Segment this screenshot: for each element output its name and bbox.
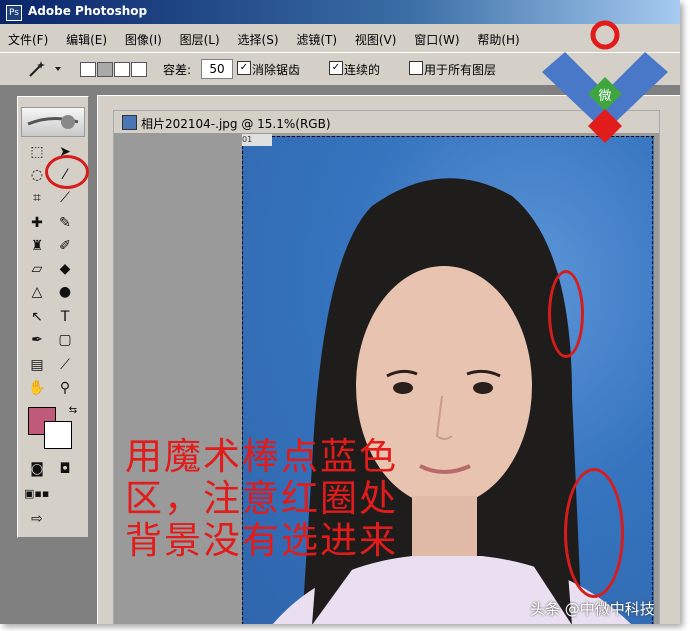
dodge-tool-icon[interactable]: ●: [54, 282, 76, 302]
jump-to-imageready-icon[interactable]: ⇨: [26, 509, 48, 529]
all-layers-label: 用于所有图层: [424, 63, 497, 77]
new-selection-mode[interactable]: [80, 62, 96, 77]
type-tool-icon[interactable]: T: [54, 307, 76, 327]
healing-brush-icon[interactable]: ✚: [26, 213, 48, 233]
zoom-tool-icon[interactable]: ⚲: [54, 378, 76, 398]
contiguous-checkbox[interactable]: ✓: [329, 61, 343, 75]
red-circle-magic-wand: [45, 155, 89, 189]
feather-logo-icon: [21, 107, 85, 137]
annotation-text: 用魔术棒点蓝色 区，注意红圈处 背景没有选进来: [125, 436, 455, 562]
menu-edit[interactable]: 编辑(E): [58, 28, 113, 48]
menu-file[interactable]: 文件(F): [0, 28, 54, 48]
background-color-swatch[interactable]: [44, 421, 72, 449]
menu-view[interactable]: 视图(V): [347, 28, 403, 48]
eraser-tool-icon[interactable]: ▱: [26, 259, 48, 279]
blur-tool-icon[interactable]: △: [26, 282, 48, 302]
tool-preset-picker[interactable]: [22, 58, 66, 80]
annotation-line-3: 背景没有选进来: [125, 519, 398, 562]
paint-bucket-icon[interactable]: ◆: [54, 259, 76, 279]
ruler-marker: 01: [242, 134, 272, 146]
stamp-tool-icon[interactable]: ♜: [26, 236, 48, 256]
document-title: 相片202104-.jpg @ 15.1%(RGB): [141, 117, 331, 131]
pen-tool-icon[interactable]: ✒: [26, 330, 48, 350]
hand-tool-icon[interactable]: ✋: [26, 378, 48, 398]
red-circle-hair-region: [564, 468, 624, 598]
path-select-icon[interactable]: ↖: [26, 307, 48, 327]
magic-wand-icon: [29, 61, 61, 77]
window-title: Adobe Photoshop: [28, 4, 148, 18]
standard-mode-icon[interactable]: ◙: [26, 459, 48, 479]
selection-edge-right: [652, 136, 653, 624]
intersect-selection-mode[interactable]: [131, 62, 147, 77]
menu-image[interactable]: 图像(I): [117, 28, 168, 48]
screen-mode-icon[interactable]: ▣▪▪: [24, 484, 49, 504]
contiguous-label: 连续的: [344, 63, 381, 77]
eyedropper-tool-icon[interactable]: ⟋: [54, 355, 76, 375]
watermark-logo-char: 微: [598, 89, 611, 104]
watermark-logo: 微: [540, 20, 670, 145]
image-file-icon: [122, 115, 137, 130]
watermark-credit: 头条 @中微中科技: [530, 600, 655, 618]
swap-colors-icon[interactable]: ⇆: [62, 401, 84, 421]
menu-help[interactable]: 帮助(H): [469, 28, 525, 48]
quick-mask-icon[interactable]: ◘: [54, 459, 76, 479]
photoshop-icon: Ps: [6, 5, 22, 21]
notes-tool-icon[interactable]: ▤: [26, 355, 48, 375]
marquee-tool-icon[interactable]: ⬚: [26, 142, 48, 162]
red-circle-ear-region: [548, 270, 584, 358]
menu-select[interactable]: 选择(S): [230, 28, 285, 48]
slice-tool-icon[interactable]: ⟋: [54, 188, 76, 208]
antialias-checkbox[interactable]: ✓: [237, 61, 251, 75]
antialias-label: 消除锯齿: [252, 63, 301, 77]
shape-tool-icon[interactable]: ▢: [54, 330, 76, 350]
menu-window[interactable]: 窗口(W): [406, 28, 465, 48]
tolerance-input[interactable]: 50: [201, 59, 233, 79]
menu-layer[interactable]: 图层(L): [172, 28, 226, 48]
tolerance-label: 容差:: [163, 63, 192, 77]
all-layers-checkbox[interactable]: [409, 61, 423, 75]
crop-tool-icon[interactable]: ⌗: [26, 188, 48, 208]
subtract-selection-mode[interactable]: [114, 62, 130, 77]
annotation-line-2: 区，注意红圈处: [125, 477, 398, 520]
annotation-line-1: 用魔术棒点蓝色: [125, 435, 398, 478]
menu-filter[interactable]: 滤镜(T): [288, 28, 343, 48]
brush-tool-icon[interactable]: ✎: [54, 213, 76, 233]
add-selection-mode[interactable]: [97, 62, 113, 77]
history-brush-icon[interactable]: ✐: [54, 236, 76, 256]
